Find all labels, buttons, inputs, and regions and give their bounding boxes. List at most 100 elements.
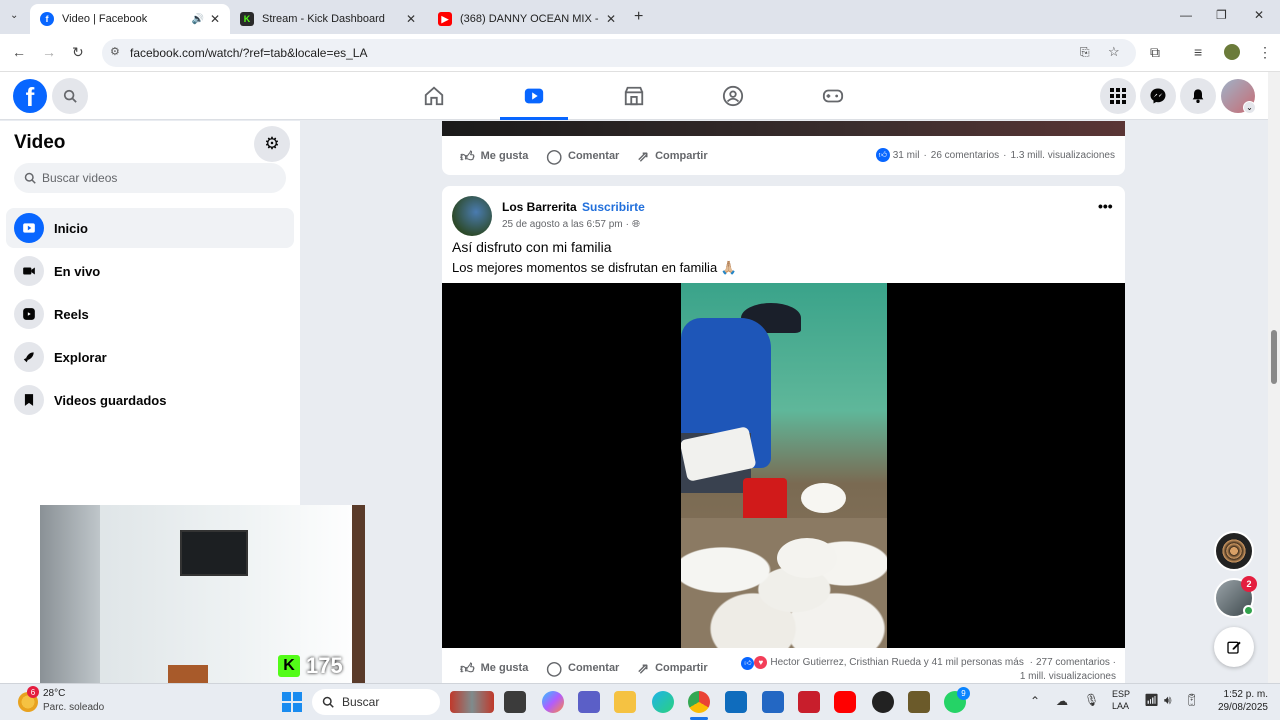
app-icon[interactable] [908,691,930,713]
comment-count[interactable]: 26 comentarios [931,150,999,161]
author-avatar[interactable] [452,196,492,236]
bookmark-star-icon[interactable]: ☆ [1108,44,1120,60]
reload-icon[interactable]: ↻ [72,44,84,61]
comment-count[interactable]: 277 comentarios [1036,657,1110,668]
facebook-logo[interactable]: f [13,79,47,113]
battery-icon[interactable]: 🔋︎ [1184,693,1199,707]
author-name[interactable]: Los Barrerita [502,200,577,214]
reaction-count[interactable]: 31 mil [893,150,920,161]
nav-marketplace[interactable] [604,72,664,120]
search-videos-input[interactable]: Buscar videos [14,163,286,193]
clock[interactable]: 1:52 p. m. 29/08/2025 [1204,688,1268,714]
address-bar[interactable]: ⚙ facebook.com/watch/?ref=tab&locale=es_… [102,39,1136,67]
close-window-icon[interactable]: ✕ [1254,8,1264,22]
chickens [681,518,887,648]
sidebar-item-explorar[interactable]: Explorar [6,337,294,377]
post-caption: Los mejores momentos se disfrutan en fam… [452,260,737,275]
video-settings-button[interactable]: ⚙ [254,126,290,162]
menu-button[interactable] [1100,78,1136,114]
close-tab-icon[interactable]: ✕ [406,12,416,26]
chrome-icon[interactable] [688,691,710,713]
app-icon[interactable] [762,691,784,713]
page-scrollbar[interactable] [1268,72,1280,683]
tray-chevron-icon[interactable]: ⌃ [1030,694,1040,708]
notifications-button[interactable] [1180,78,1216,114]
sidebar-item-inicio[interactable]: Inicio [6,208,294,248]
subscribe-link[interactable]: Suscribirte [582,200,645,214]
store-icon[interactable] [725,691,747,713]
volume-icon[interactable]: 🔊︎ [1164,693,1172,708]
task-view-icon[interactable] [504,691,526,713]
obs-icon[interactable] [872,691,894,713]
extensions-icon[interactable]: ⧉ [1150,44,1160,61]
comment-button[interactable]: ◯ Comentar [546,148,619,165]
language-indicator[interactable]: ESP LAA [1112,688,1130,712]
thumbs-up-icon: 👍︎ [460,147,475,164]
weather-desc[interactable]: Parc. soleado [43,702,104,713]
chevron-down-icon[interactable]: ⌄ [1243,101,1256,114]
sidebar-item-en-vivo[interactable]: En vivo [6,251,294,291]
lang-region: LAA [1112,701,1130,711]
search-icon [24,172,36,184]
weather-temp[interactable]: 28°C [43,688,65,699]
whatsapp-badge: 9 [957,687,970,700]
install-app-icon[interactable]: ⎘ [1080,45,1090,60]
copilot-icon[interactable] [542,691,564,713]
file-explorer-icon[interactable] [614,691,636,713]
nav-video[interactable] [500,72,568,120]
cloud-icon[interactable]: ☁ [1056,694,1068,708]
nav-home[interactable] [404,72,464,120]
windows-start-icon[interactable] [282,692,302,712]
chat-head-1[interactable] [1214,531,1254,571]
widget-icon[interactable] [450,691,494,713]
like-button[interactable]: 👍︎ Me gusta [460,148,528,165]
reels-icon [14,299,44,329]
browser-menu-icon[interactable]: ⋮ [1258,44,1272,61]
forward-icon[interactable]: → [42,44,56,60]
share-button[interactable]: ⇗ Compartir [637,148,707,165]
wifi-icon[interactable]: 📶︎ [1144,693,1159,707]
share-button[interactable]: ⇗ Compartir [637,660,707,677]
comment-button[interactable]: ◯ Comentar [546,660,619,677]
nav-gaming[interactable] [803,72,863,120]
sidebar-item-reels[interactable]: Reels [6,294,294,334]
profile-avatar[interactable] [1224,44,1240,60]
media-control-icon[interactable]: ≡ [1194,44,1202,60]
video-player[interactable] [442,283,1125,648]
microphone-icon[interactable]: 🎙︎ [1084,693,1099,707]
audio-icon[interactable]: 🔊 [191,14,203,25]
edge-icon[interactable] [652,691,674,713]
site-info-icon[interactable]: ⚙ [110,45,120,58]
maximize-icon[interactable]: ❐ [1216,8,1227,22]
tab-facebook[interactable]: f Video | Facebook 🔊 ✕ [30,4,230,34]
taskbar-search[interactable]: Buscar [312,689,440,715]
search-icon [322,696,334,708]
like-button[interactable]: 👍︎ Me gusta [460,660,528,677]
antivirus-icon[interactable] [798,691,820,713]
youtube-icon[interactable] [834,691,856,713]
tv-on-wall [180,530,248,576]
sidebar-item-videos-guardados[interactable]: Videos guardados [6,380,294,420]
back-icon[interactable]: ← [12,44,26,60]
post-date[interactable]: 25 de agosto a las 6:57 pm [502,219,623,230]
tab-kick[interactable]: K Stream - Kick Dashboard ✕ [230,4,426,34]
scrollbar-thumb[interactable] [1271,330,1277,384]
close-tab-icon[interactable]: ✕ [210,12,220,26]
more-options-icon[interactable]: ••• [1098,198,1113,214]
video-player-bottom[interactable] [442,121,1125,136]
taskbar-search-label: Buscar [342,695,380,709]
close-tab-icon[interactable]: ✕ [606,12,616,26]
view-count: 1 mill. visualizaciones [1019,671,1116,682]
tab-youtube[interactable]: ▶ (368) DANNY OCEAN MIX - (M ✕ [428,4,626,34]
tab-search-icon[interactable]: ⌄ [10,10,18,21]
minimize-icon[interactable]: — [1180,8,1192,22]
new-tab-icon[interactable]: + [634,8,643,26]
teams-icon[interactable] [578,691,600,713]
gear-icon: ⚙ [264,134,280,153]
share-icon: ⇗ [637,659,650,676]
messenger-button[interactable] [1140,78,1176,114]
search-button[interactable] [52,78,88,114]
reaction-names[interactable]: Hector Gutierrez, Cristhian Rueda y 41 m… [770,657,1023,668]
nav-groups[interactable] [703,72,763,120]
new-message-button[interactable] [1214,627,1254,667]
